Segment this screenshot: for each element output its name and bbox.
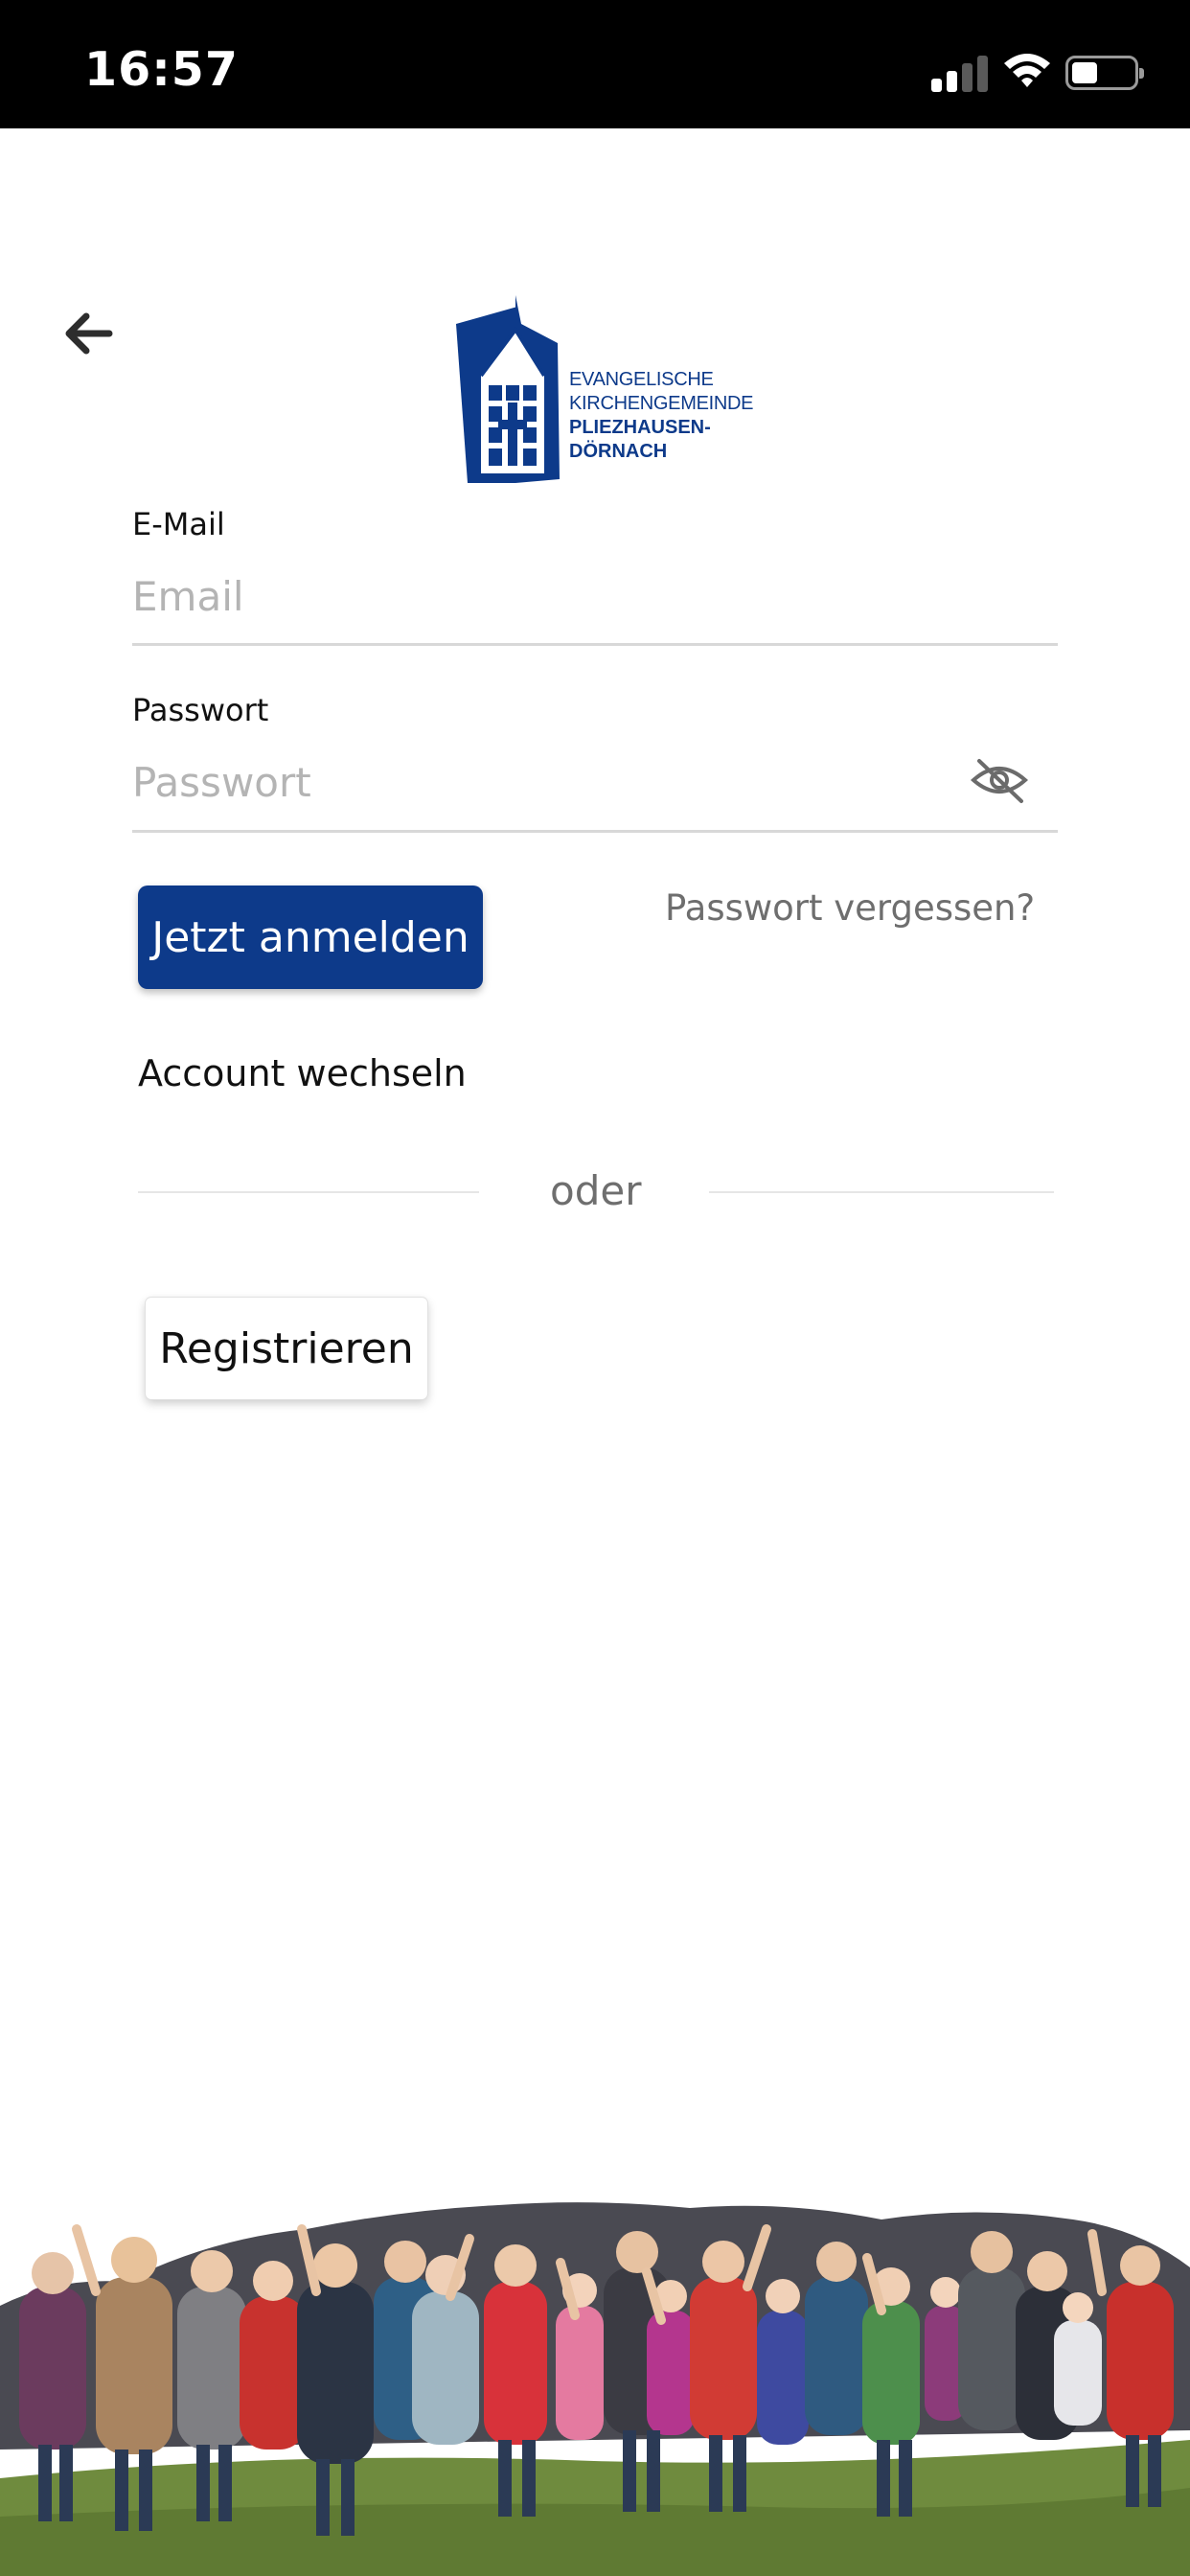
password-input[interactable] <box>132 751 956 813</box>
email-underline <box>132 643 1058 646</box>
switch-account-link[interactable]: Account wechseln <box>138 1052 467 1094</box>
signal-icon <box>931 50 989 92</box>
logo-line-1: EVANGELISCHE <box>569 369 714 390</box>
password-label: Passwort <box>132 692 269 728</box>
eye-slash-icon[interactable] <box>970 755 1029 805</box>
status-bar: 16:57 <box>0 0 1190 128</box>
logo-text: EVANGELISCHE KIRCHENGEMEINDE PLIEZHAUSEN… <box>569 368 754 464</box>
register-button[interactable]: Registrieren <box>146 1298 427 1399</box>
email-label: E-Mail <box>132 506 225 542</box>
email-input[interactable] <box>132 565 1058 627</box>
community-group-photo <box>0 2202 1190 2576</box>
status-time: 16:57 <box>84 42 239 97</box>
divider-right <box>709 1191 1054 1193</box>
password-underline <box>132 830 1058 833</box>
battery-icon <box>1065 56 1144 90</box>
back-arrow-icon[interactable] <box>61 307 115 360</box>
logo-line-4: DÖRNACH <box>569 441 668 462</box>
wifi-icon <box>1004 54 1050 87</box>
logo-line-3: PLIEZHAUSEN- <box>569 417 711 438</box>
logo-line-2: KIRCHENGEMEINDE <box>569 393 754 414</box>
forgot-password-link[interactable]: Passwort vergessen? <box>665 887 1035 929</box>
divider-text: oder <box>550 1167 642 1214</box>
login-button[interactable]: Jetzt anmelden <box>138 886 483 989</box>
divider-left <box>138 1191 479 1193</box>
